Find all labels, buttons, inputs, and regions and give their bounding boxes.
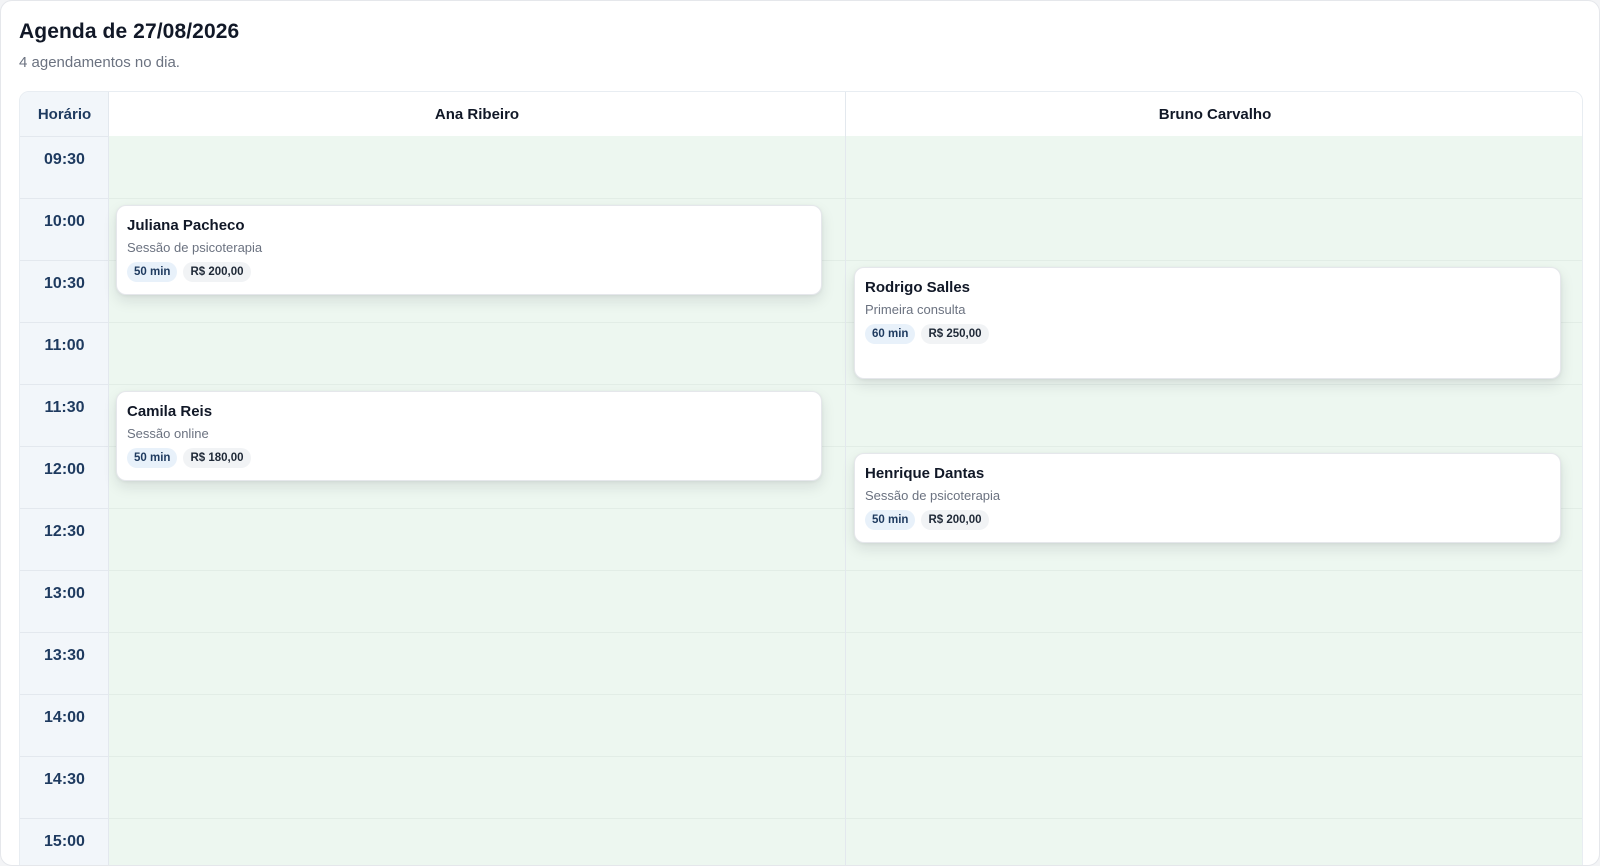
time-slot-1130: 11:30 [20,384,109,447]
agenda-panel: Agenda de 27/08/2026 4 agendamentos no d… [0,0,1600,866]
price-badge: R$ 200,00 [921,510,989,530]
time-slot-1000: 10:00 [20,198,109,261]
session-type: Primeira consulta [865,302,966,317]
patient-name: Juliana Pacheco [127,217,245,234]
duration-badge: 60 min [865,324,916,344]
price-badge: R$ 250,00 [921,324,989,344]
appointment-card[interactable]: Juliana Pacheco Sessão de psicoterapia 5… [116,205,822,295]
slots-area[interactable]: Rodrigo Salles Primeira consulta 60 min … [846,136,1582,865]
page-title: Agenda de 27/08/2026 [19,20,240,43]
time-slot-1430: 14:30 [20,756,109,819]
price-badge: R$ 180,00 [183,448,251,468]
professional-name: Bruno Carvalho [846,92,1582,136]
time-slot-1230: 12:30 [20,508,109,571]
slots-area[interactable]: Juliana Pacheco Sessão de psicoterapia 5… [109,136,845,865]
patient-name: Rodrigo Salles [865,279,971,296]
time-slot-1100: 11:00 [20,322,109,385]
professional-name: Ana Ribeiro [109,92,845,136]
schedule-grid: Horário 09:30 10:00 10:30 11:00 11:30 12… [19,91,1583,865]
time-slot-1300: 13:00 [20,570,109,633]
patient-name: Henrique Dantas [865,465,985,482]
time-slot-1330: 13:30 [20,632,109,695]
duration-badge: 50 min [127,448,178,468]
professional-column-bruno-carvalho: Bruno Carvalho Rodrigo Salles Primeira c… [846,92,1582,865]
duration-badge: 50 min [127,262,178,282]
time-slot-1500: 15:00 [20,818,109,865]
time-slot-1200: 12:00 [20,446,109,509]
time-column-header: Horário [37,105,92,123]
appointments-count: 4 agendamentos no dia. [19,54,180,71]
appointment-card[interactable]: Rodrigo Salles Primeira consulta 60 min … [854,267,1561,379]
session-type: Sessão de psicoterapia [127,240,263,255]
time-column: Horário 09:30 10:00 10:30 11:00 11:30 12… [20,92,109,865]
appointment-card[interactable]: Camila Reis Sessão online 50 min R$ 180,… [116,391,822,481]
price-badge: R$ 200,00 [183,262,251,282]
session-type: Sessão online [127,426,209,441]
time-slot-0930: 09:30 [20,136,109,199]
patient-name: Camila Reis [127,403,213,420]
time-slot-1400: 14:00 [20,694,109,757]
appointment-card[interactable]: Henrique Dantas Sessão de psicoterapia 5… [854,453,1561,543]
time-slot-1030: 10:30 [20,260,109,323]
professional-column-ana-ribeiro: Ana Ribeiro Juliana Pacheco Sessão de ps… [109,92,846,865]
session-type: Sessão de psicoterapia [865,488,1001,503]
duration-badge: 50 min [865,510,916,530]
